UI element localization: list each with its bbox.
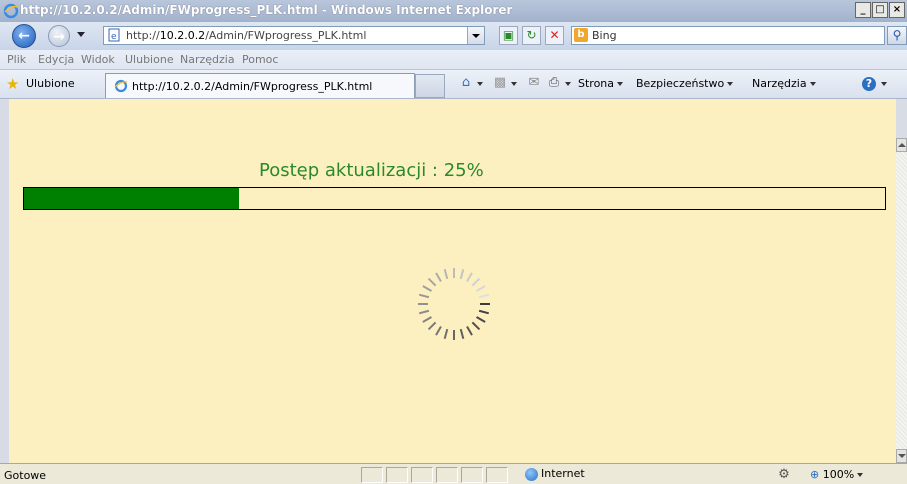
tools-menu[interactable]: Narzędzia — [752, 77, 816, 90]
loading-spinner-icon — [418, 268, 490, 340]
menu-item-favorites[interactable]: Ulubione — [125, 53, 174, 66]
spinner-tick — [471, 321, 481, 331]
mail-icon[interactable]: ✉ — [526, 75, 542, 91]
spinner-tick — [418, 293, 430, 299]
bing-icon: b — [574, 28, 588, 42]
compatibility-view-icon[interactable]: ▣ — [499, 26, 518, 45]
menu-item-tools[interactable]: Narzędzia — [180, 53, 235, 66]
spinner-tick — [443, 268, 449, 280]
spinner-tick — [478, 309, 490, 315]
spinner-tick — [422, 285, 432, 292]
spinner-tick — [418, 309, 430, 315]
print-icon[interactable]: ⎙ — [546, 75, 562, 91]
status-text: Gotowe — [4, 469, 47, 482]
feeds-icon[interactable]: ▩ — [492, 75, 508, 91]
menu-item-help[interactable]: Pomoc — [242, 53, 278, 66]
spinner-tick — [471, 277, 481, 287]
close-button[interactable]: × — [889, 2, 905, 18]
vertical-scrollbar[interactable] — [896, 138, 907, 463]
window-controls: _ □ × — [855, 2, 905, 18]
tab-title: http://10.2.0.2/Admin/FWprogress_PLK.htm… — [132, 80, 373, 93]
window-titlebar: http://10.2.0.2/Admin/FWprogress_PLK.htm… — [0, 0, 907, 22]
maximize-button[interactable]: □ — [872, 2, 888, 18]
security-zone[interactable]: Internet — [525, 467, 585, 481]
status-panel — [386, 467, 408, 483]
menu-bar: Plik Edycja Widok Ulubione Narzędzia Pom… — [0, 50, 907, 70]
safety-menu[interactable]: Bezpieczeństwo — [636, 77, 734, 90]
scroll-down-button[interactable] — [896, 449, 907, 463]
progress-bar-fill — [24, 188, 240, 209]
print-dropdown[interactable] — [562, 77, 571, 90]
home-dropdown[interactable] — [474, 77, 483, 90]
back-button[interactable]: ← — [12, 24, 36, 48]
spinner-tick — [466, 272, 473, 282]
progress-bar — [23, 187, 886, 210]
minimize-button[interactable]: _ — [855, 2, 871, 18]
favorites-command-bar: ★ Ulubione http://10.2.0.2/Admin/FWprogr… — [0, 70, 907, 99]
scroll-up-button[interactable] — [896, 138, 907, 152]
spinner-tick — [435, 326, 442, 336]
spinner-tick — [459, 268, 465, 280]
spinner-tick — [478, 293, 490, 299]
page-menu[interactable]: Strona — [578, 77, 624, 90]
protected-mode-icon[interactable]: ⚙ — [776, 467, 792, 483]
forward-button[interactable]: → — [48, 25, 70, 47]
browser-tab[interactable]: http://10.2.0.2/Admin/FWprogress_PLK.htm… — [105, 73, 415, 98]
spinner-tick — [466, 326, 473, 336]
spinner-tick — [443, 328, 449, 340]
ie-logo-icon — [3, 3, 19, 19]
window-title: http://10.2.0.2/Admin/FWprogress_PLK.htm… — [20, 3, 513, 17]
status-panel — [361, 467, 383, 483]
menu-item-view[interactable]: Widok — [81, 53, 115, 66]
status-panel — [411, 467, 433, 483]
spinner-tick — [422, 316, 432, 323]
help-dropdown[interactable] — [878, 77, 887, 90]
progress-label: Postęp aktualizacji : 25% — [259, 160, 484, 181]
favorites-star-icon[interactable]: ★ — [6, 77, 22, 92]
spinner-tick — [435, 272, 442, 282]
favorites-button-label[interactable]: Ulubione — [26, 77, 75, 90]
spinner-tick — [476, 285, 486, 292]
history-dropdown-icon[interactable] — [77, 32, 85, 37]
new-tab-button[interactable] — [415, 74, 445, 98]
address-toolbar: ← → e http://10.2.0.2/Admin/FWprogress_P… — [0, 22, 907, 50]
status-panel — [486, 467, 508, 483]
url-text: http://10.2.0.2/Admin/FWprogress_PLK.htm… — [126, 29, 367, 42]
ie-page-icon — [114, 79, 128, 93]
status-panel — [461, 467, 483, 483]
help-icon[interactable]: ? — [862, 77, 876, 91]
search-input[interactable]: b Bing — [571, 26, 885, 45]
status-bar: Gotowe Internet ⚙ ⊕ 100% — [0, 463, 907, 484]
spinner-tick — [427, 321, 437, 331]
home-icon[interactable]: ⌂ — [458, 75, 474, 91]
globe-icon — [525, 467, 538, 481]
spinner-tick — [427, 277, 437, 287]
window-frame-left — [0, 99, 9, 463]
search-button[interactable]: ⚲ — [887, 26, 907, 45]
menu-item-file[interactable]: Plik — [7, 53, 26, 66]
menu-item-edit[interactable]: Edycja — [38, 53, 74, 66]
stop-icon[interactable]: ✕ — [545, 26, 564, 45]
spinner-tick — [476, 316, 486, 323]
svg-text:e: e — [111, 32, 117, 42]
page-area-top — [9, 99, 896, 138]
feeds-dropdown[interactable] — [508, 77, 517, 90]
address-dropdown-button[interactable] — [467, 27, 484, 44]
zoom-level[interactable]: ⊕ 100% — [810, 468, 864, 481]
spinner-tick — [459, 328, 465, 340]
refresh-icon[interactable]: ↻ — [522, 26, 541, 45]
address-field[interactable]: e http://10.2.0.2/Admin/FWprogress_PLK.h… — [103, 26, 485, 45]
search-placeholder: Bing — [592, 29, 617, 42]
page-icon: e — [108, 28, 120, 42]
status-panel — [436, 467, 458, 483]
